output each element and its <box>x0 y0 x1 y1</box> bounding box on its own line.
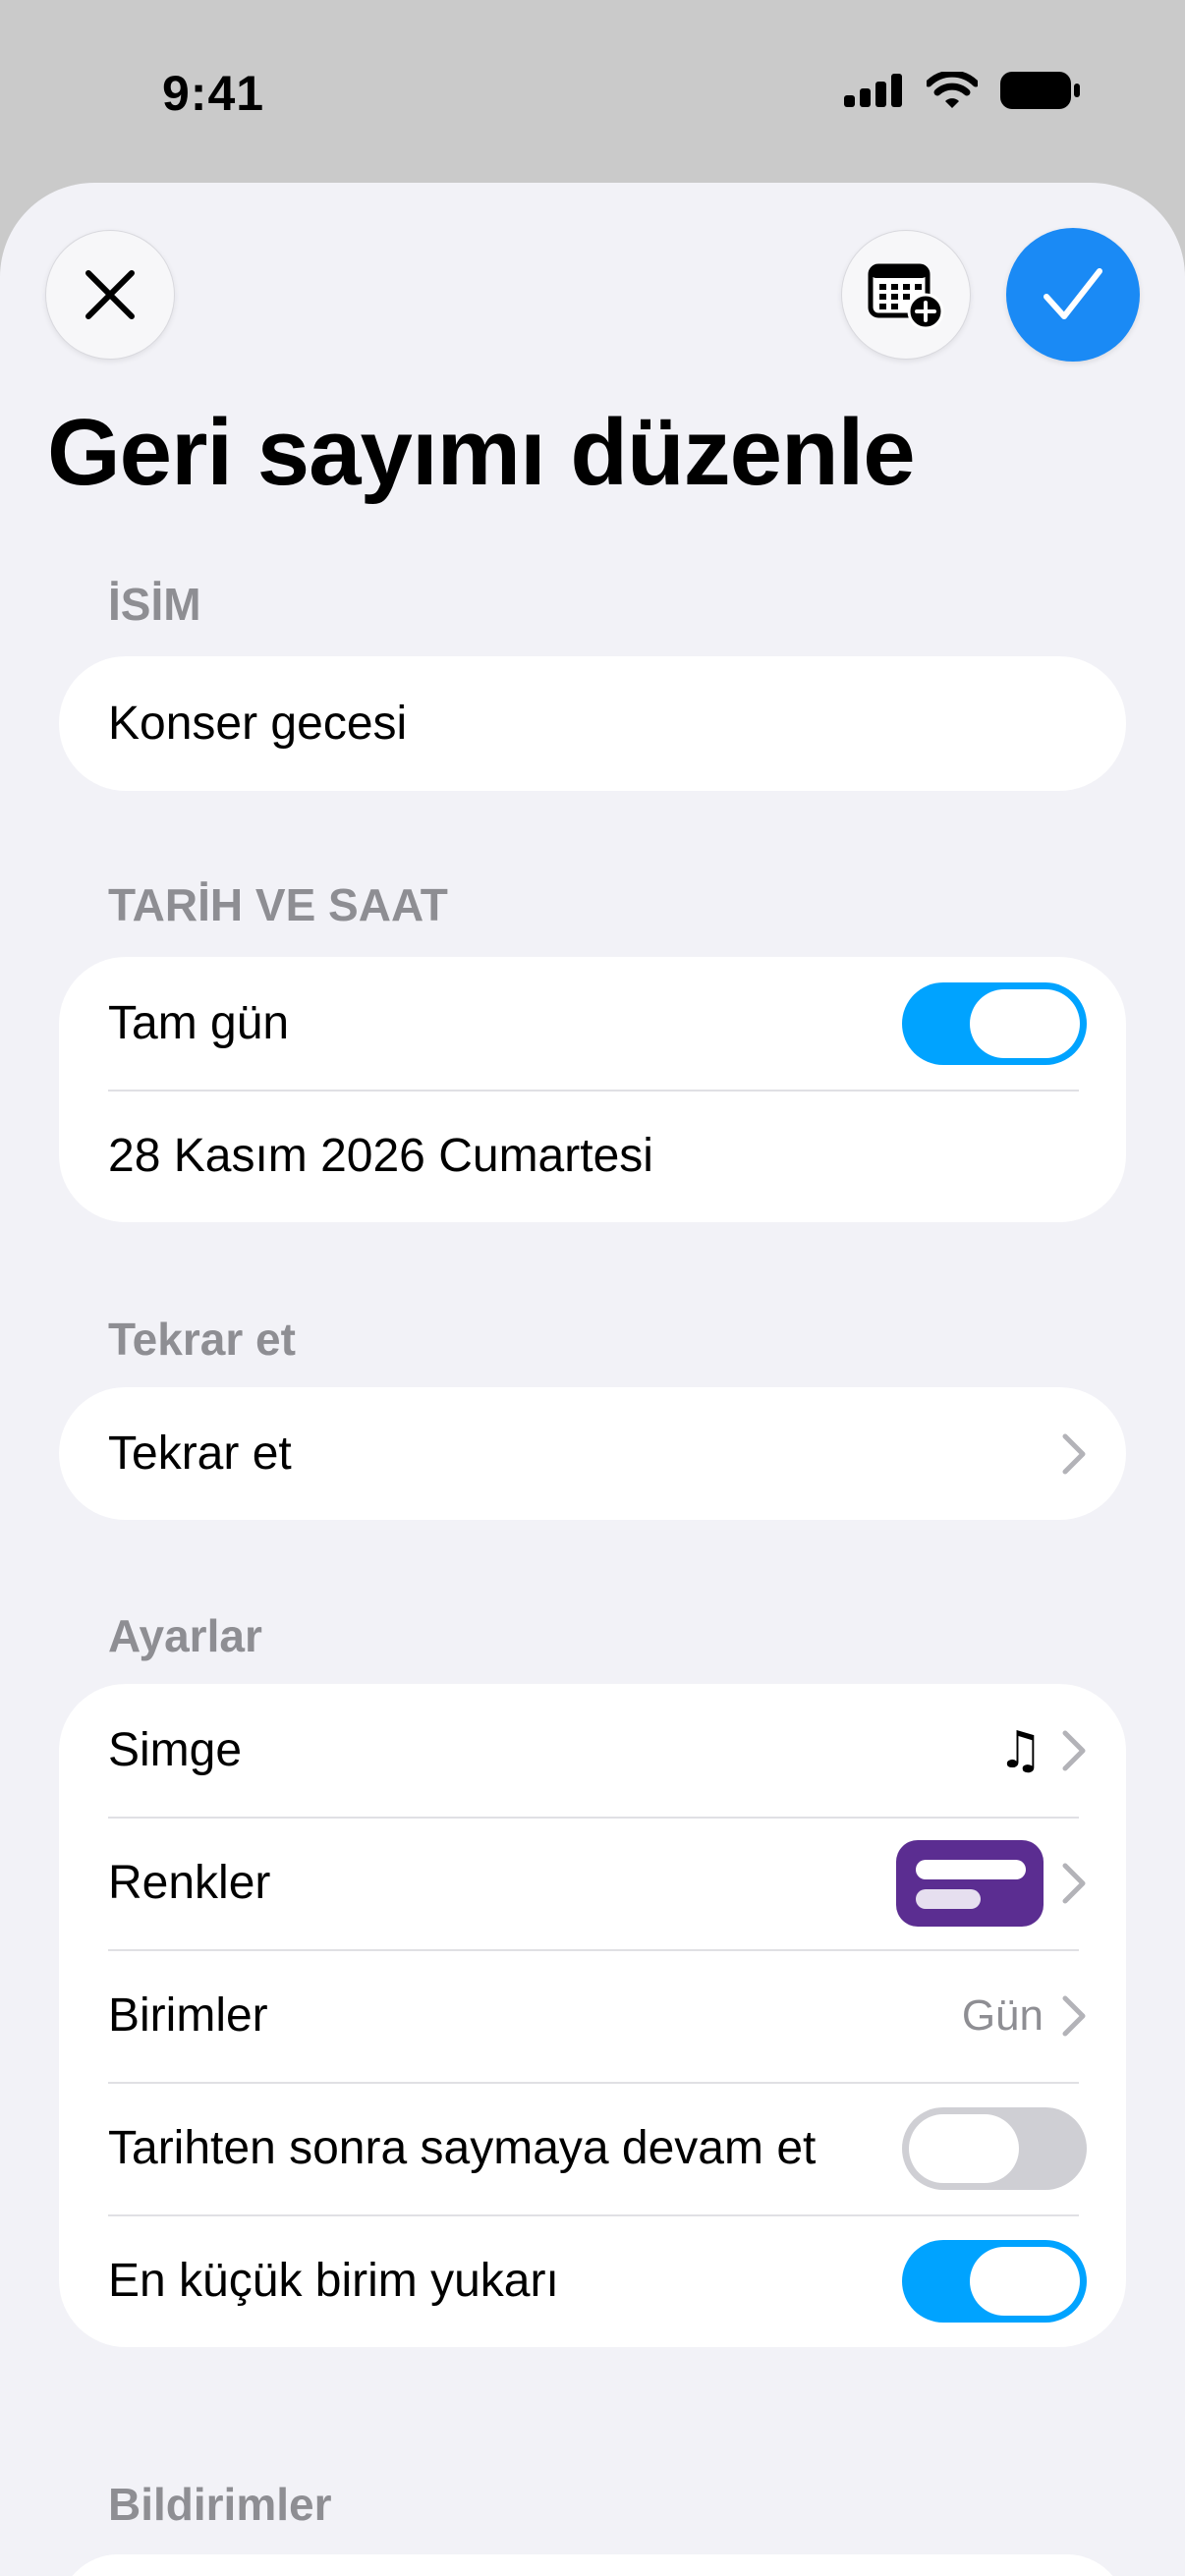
name-section-label: İSİM <box>108 579 201 630</box>
name-value: Konser gecesi <box>108 698 408 750</box>
close-icon <box>85 270 135 319</box>
units-row-label: Birimler <box>108 1989 268 2042</box>
round-up-toggle[interactable] <box>902 2239 1087 2323</box>
color-swatch <box>896 1839 1044 1927</box>
continue-counting-toggle[interactable] <box>902 2106 1087 2190</box>
date-value: 28 Kasım 2026 Cumartesi <box>108 1130 653 1182</box>
all-day-row: Tam gün <box>59 957 1126 1090</box>
edit-countdown-sheet: Geri sayımı düzenle İSİM Konser gecesi T… <box>0 183 1185 2576</box>
units-row[interactable]: Birimler Gün <box>59 1949 1126 2082</box>
battery-icon <box>1000 72 1080 109</box>
close-button[interactable] <box>45 230 175 360</box>
repeat-card: Tekrar et <box>59 1387 1126 1520</box>
notifications-card <box>59 2554 1126 2576</box>
continue-counting-label: Tarihten sonra saymaya devam et <box>108 2122 817 2174</box>
all-day-toggle[interactable] <box>902 981 1087 1065</box>
notifications-section-label: Bildirimler <box>108 2479 332 2530</box>
datetime-section-label: TARİH VE SAAT <box>108 879 448 930</box>
colors-row-label: Renkler <box>108 1857 271 1909</box>
toggle-knob <box>909 2113 1019 2183</box>
toggle-knob <box>970 988 1080 1058</box>
name-card: Konser gecesi <box>59 656 1126 791</box>
round-up-row: En küçük birim yukarı <box>59 2214 1126 2347</box>
settings-section-label: Ayarlar <box>108 1610 262 1661</box>
wifi-icon <box>927 72 978 108</box>
continue-counting-row: Tarihten sonra saymaya devam et <box>59 2082 1126 2214</box>
checkmark-icon <box>1044 268 1102 319</box>
status-icons <box>844 71 1082 110</box>
done-button[interactable] <box>1006 228 1140 362</box>
icon-row-label: Simge <box>108 1724 243 1776</box>
page-title: Geri sayımı düzenle <box>47 400 916 505</box>
datetime-card: Tam gün 28 Kasım 2026 Cumartesi <box>59 957 1126 1222</box>
cellular-signal-icon <box>844 74 902 107</box>
all-day-label: Tam gün <box>108 997 290 1049</box>
units-value: Gün <box>961 1990 1044 2040</box>
name-field[interactable]: Konser gecesi <box>59 656 1126 791</box>
status-time: 9:41 <box>162 66 265 121</box>
colors-row[interactable]: Renkler <box>59 1817 1126 1949</box>
chevron-right-icon <box>1062 1730 1086 1770</box>
round-up-label: En küçük birim yukarı <box>108 2255 559 2307</box>
date-row[interactable]: 28 Kasım 2026 Cumartesi <box>59 1090 1126 1222</box>
toggle-knob <box>970 2246 1080 2316</box>
repeat-section-label: Tekrar et <box>108 1314 296 1365</box>
repeat-row[interactable]: Tekrar et <box>59 1387 1126 1520</box>
settings-card: Simge ♫ Renkler Birimler Gün Tarihten so… <box>59 1684 1126 2347</box>
status-bar: 9:41 <box>0 0 1185 187</box>
chevron-right-icon <box>1062 1433 1086 1474</box>
repeat-row-label: Tekrar et <box>108 1428 292 1480</box>
calendar-add-icon <box>868 263 944 329</box>
chevron-right-icon <box>1062 1863 1086 1903</box>
add-to-calendar-button[interactable] <box>841 230 971 360</box>
music-note-icon: ♫ <box>997 1720 1044 1780</box>
chevron-right-icon <box>1062 1995 1086 2036</box>
icon-row[interactable]: Simge ♫ <box>59 1684 1126 1817</box>
